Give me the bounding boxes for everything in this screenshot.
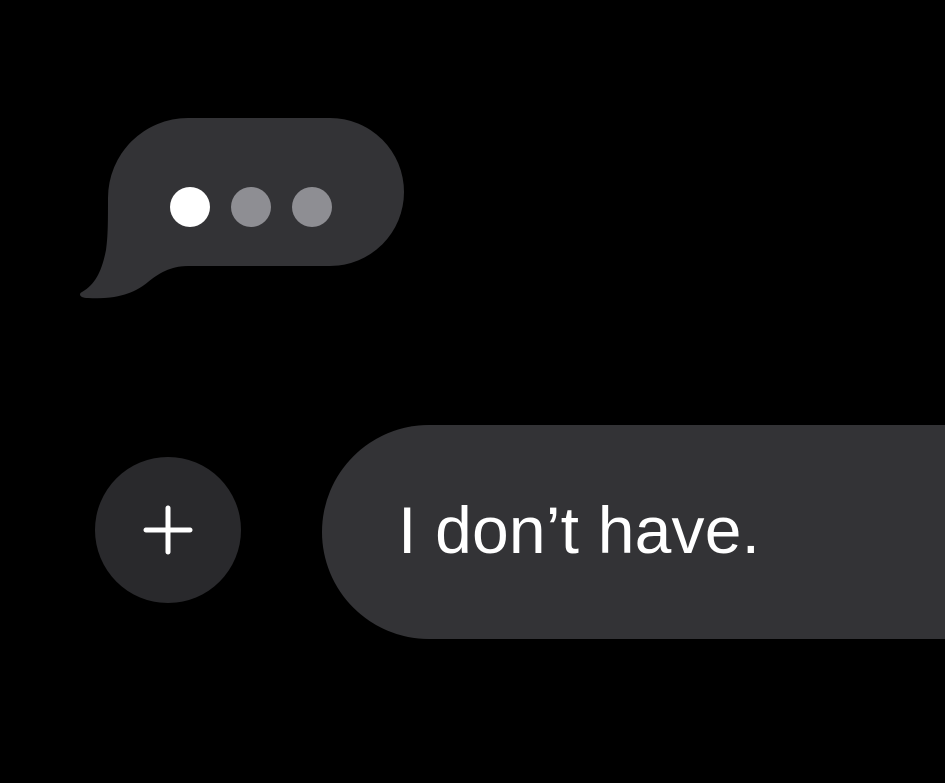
add-attachment-button[interactable]: [95, 457, 241, 603]
typing-indicator-bubble: [78, 118, 404, 304]
typing-dot-3: [292, 187, 332, 227]
typing-dot-2: [231, 187, 271, 227]
messages-screen: I don’t have.: [0, 0, 945, 783]
message-input-field[interactable]: I don’t have.: [322, 425, 945, 639]
message-text: I don’t have.: [398, 493, 761, 567]
plus-icon: [95, 457, 241, 603]
typing-dot-1: [170, 187, 210, 227]
